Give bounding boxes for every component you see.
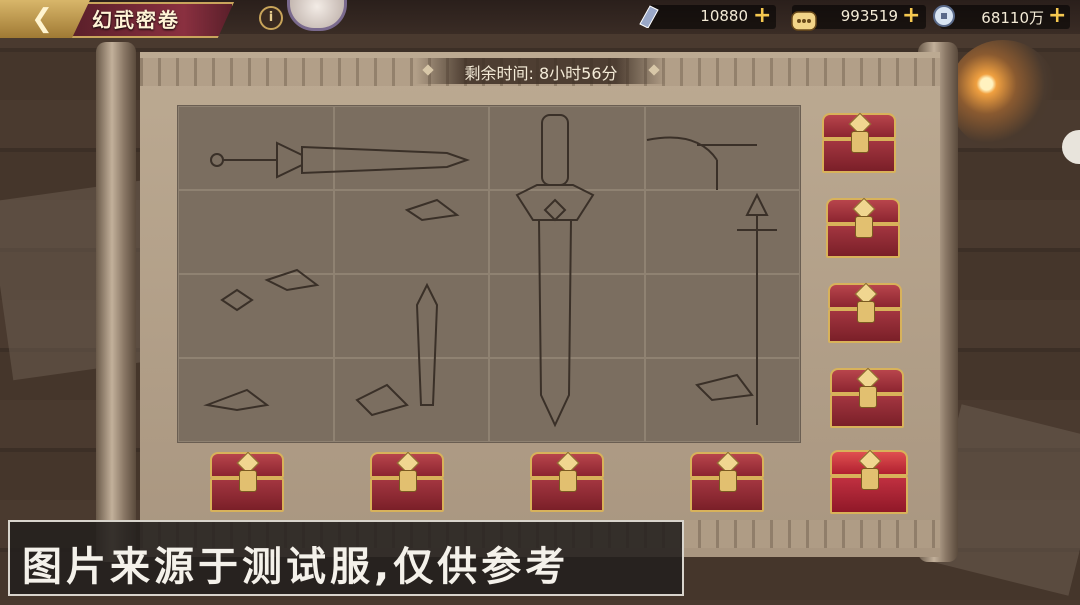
- column-reward-chest[interactable]: [530, 451, 604, 512]
- chest-lock-icon: [859, 386, 877, 408]
- chest-lock-icon: [399, 470, 417, 492]
- sickle-sketch-icon: [646, 136, 757, 190]
- silver-coin-value: 68110万: [981, 9, 1044, 27]
- row-reward-chest[interactable]: [826, 197, 900, 258]
- back-arrow-icon: ❮: [31, 4, 53, 34]
- scroll-roller-left: [96, 42, 136, 562]
- watermark-text: 图片来源于测试服,仅供参考: [22, 544, 570, 590]
- chest-lock-icon: [559, 470, 577, 492]
- info-icon[interactable]: i: [259, 6, 283, 30]
- special-reward-chest[interactable]: [830, 449, 908, 514]
- row-reward-chest[interactable]: [822, 112, 896, 173]
- chest-lock-icon: [861, 468, 879, 490]
- column-reward-chest[interactable]: [690, 451, 764, 512]
- chest-lock-icon: [855, 216, 873, 238]
- candle-icon: [948, 40, 1058, 150]
- add-scroll-token-button[interactable]: +: [753, 5, 771, 27]
- chest-lock-icon: [239, 470, 257, 492]
- remaining-time: 剩余时间: 8小时56分: [464, 64, 618, 83]
- chest-lock-icon: [719, 470, 737, 492]
- row-reward-chest[interactable]: [828, 282, 902, 343]
- row-reward-chest[interactable]: [830, 367, 904, 428]
- page-title: 幻武密卷: [92, 8, 180, 32]
- gold-ingot-icon: [791, 11, 817, 31]
- dagger-sketch-icon: [210, 141, 471, 179]
- column-reward-chest[interactable]: [370, 451, 444, 512]
- chest-lock-icon: [857, 301, 875, 323]
- blade-sketch-icon: [415, 282, 439, 406]
- weapon-sketch: [203, 114, 777, 428]
- chest-lock-icon: [851, 131, 869, 153]
- scroll-token-value: 10880: [700, 7, 748, 25]
- sword-sketch-icon: [515, 114, 595, 428]
- column-reward-chest[interactable]: [210, 451, 284, 512]
- gold-ingot-value: 993519: [840, 7, 898, 25]
- spear-sketch-icon: [737, 192, 777, 425]
- scroll-token-icon: [639, 5, 659, 28]
- add-silver-coin-button[interactable]: +: [1048, 5, 1066, 27]
- add-gold-ingot-button[interactable]: +: [902, 5, 920, 27]
- silver-coin-icon: [933, 5, 955, 27]
